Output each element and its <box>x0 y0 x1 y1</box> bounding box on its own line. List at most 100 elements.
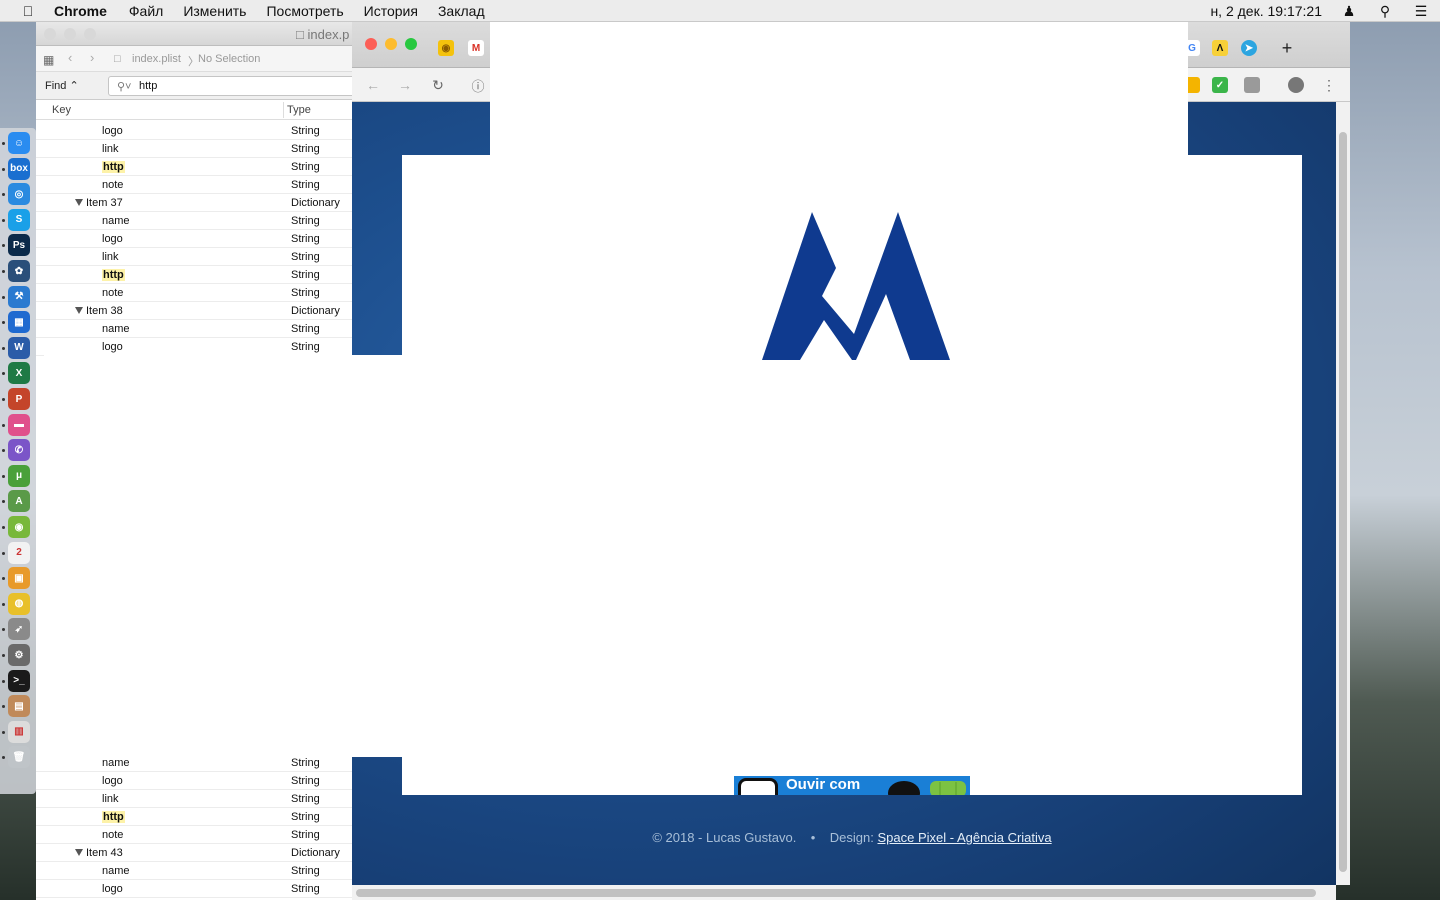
dock-trash-icon[interactable]: 🗑 <box>8 746 30 769</box>
zoom-button[interactable] <box>84 28 96 40</box>
find-search-input[interactable]: ⚲˅ http <box>108 76 368 96</box>
disclosure-triangle-icon[interactable] <box>75 199 83 206</box>
dock-notes-icon[interactable]: ▤ <box>8 695 30 718</box>
plist-row[interactable]: http String <box>36 808 366 826</box>
menubar-clock[interactable]: н, 2 дек. 19:17:21 <box>1210 3 1322 19</box>
disclosure-triangle-icon[interactable] <box>75 307 83 314</box>
plist-row[interactable]: logo String <box>36 772 366 790</box>
radio-app-badge[interactable]: Ouvir com <box>734 776 882 795</box>
dock-box-icon[interactable]: box <box>8 157 30 180</box>
back-arrow-icon[interactable]: ‹ <box>68 50 72 65</box>
reload-button[interactable]: ↻ <box>429 76 447 94</box>
dock-terminal-icon[interactable]: >_ <box>8 669 30 692</box>
plist-row[interactable]: name String <box>36 212 366 230</box>
horizontal-scrollbar[interactable] <box>352 885 1336 900</box>
find-mode-popup[interactable]: Find ⌃ <box>45 79 79 92</box>
blank-render-region-top <box>490 0 1188 155</box>
plist-row[interactable]: logo String <box>36 338 366 356</box>
dock-launchpad-icon[interactable]: ➶ <box>8 618 30 641</box>
yandex-tab-icon[interactable]: Λ <box>1212 40 1228 56</box>
plist-row[interactable]: link String <box>36 140 366 158</box>
grid-icon[interactable]: ▦ <box>43 53 54 67</box>
jump-selection[interactable]: No Selection <box>198 53 260 65</box>
dock-document-icon[interactable]: ▥ <box>8 720 30 743</box>
column-type[interactable]: Type <box>287 104 311 116</box>
dock-chrome-icon[interactable]: ◍ <box>8 592 30 615</box>
plist-row[interactable]: name String <box>36 862 366 880</box>
minimize-button[interactable] <box>64 28 76 40</box>
menu-history[interactable]: История <box>364 3 418 19</box>
dock-preview-icon[interactable]: ▣ <box>8 567 30 590</box>
horizontal-scroll-thumb[interactable] <box>356 889 1316 897</box>
jump-file[interactable]: index.plist <box>132 53 181 65</box>
plist-row-key: note <box>102 179 124 191</box>
chrome-menu-icon[interactable]: ⋮ <box>1320 76 1338 94</box>
forward-arrow-icon[interactable]: › <box>90 50 94 65</box>
plist-row[interactable]: link String <box>36 248 366 266</box>
plist-row[interactable]: Item 38 Dictionary <box>36 302 366 320</box>
telegram-tab-icon[interactable]: ➤ <box>1241 40 1257 56</box>
menu-view[interactable]: Посмотреть <box>266 3 343 19</box>
chrome-close-button[interactable] <box>365 38 377 50</box>
plist-row[interactable]: note String <box>36 284 366 302</box>
dock-safari-icon[interactable]: ◎ <box>8 183 30 206</box>
user-icon[interactable]: ♟ <box>1340 2 1358 20</box>
new-tab-button[interactable]: + <box>1278 38 1296 58</box>
dock-powerpoint-icon[interactable]: P <box>8 388 30 410</box>
dock-sourcetree-icon[interactable]: ✿ <box>8 260 30 282</box>
dock-android-studio-icon[interactable]: A <box>8 490 30 513</box>
plist-row[interactable]: note String <box>36 826 366 844</box>
dock-pink-app-icon[interactable]: ▬ <box>8 413 30 436</box>
shield-extension-icon[interactable]: ✓ <box>1212 77 1228 93</box>
plist-row-type: String <box>291 883 320 895</box>
dock-calendar-icon[interactable]: 2 <box>8 541 30 564</box>
dock-android-icon[interactable]: ◉ <box>8 516 30 538</box>
android-store-badge[interactable] <box>926 776 970 795</box>
plist-row[interactable]: Item 37 Dictionary <box>36 194 366 212</box>
menu-file[interactable]: Файл <box>129 3 163 19</box>
vertical-scroll-thumb[interactable] <box>1339 132 1347 872</box>
close-button[interactable] <box>44 28 56 40</box>
extension-icon-3[interactable] <box>1244 77 1260 93</box>
plist-row[interactable]: logo String <box>36 880 366 898</box>
keep-tab-icon[interactable]: ◉ <box>438 40 454 56</box>
dock-utorrent-icon[interactable]: μ <box>8 464 30 487</box>
dock-simulator-icon[interactable]: ▦ <box>8 311 30 334</box>
plist-row[interactable]: link String <box>36 790 366 808</box>
menu-bookmarks[interactable]: Заклад <box>438 3 485 19</box>
forward-button[interactable]: → <box>396 76 414 94</box>
menubar-status-area: н, 2 дек. 19:17:21 ♟ ⚲ ☰ <box>1210 0 1430 22</box>
dock-skype-icon[interactable]: S <box>8 208 30 231</box>
plist-row[interactable]: note String <box>36 176 366 194</box>
gmail-tab-icon[interactable]: M <box>468 40 484 56</box>
profile-avatar[interactable] <box>1288 77 1304 93</box>
dock-xcode-icon[interactable]: ⚒ <box>8 285 30 308</box>
column-key[interactable]: Key <box>52 104 71 116</box>
spotlight-search-icon[interactable]: ⚲ <box>1376 2 1394 20</box>
notification-center-icon[interactable]: ☰ <box>1412 2 1430 20</box>
dock-photoshop-icon[interactable]: Ps <box>8 234 30 257</box>
plist-row[interactable]: logo String <box>36 230 366 248</box>
plist-row[interactable]: name String <box>36 320 366 338</box>
dock-finder-icon[interactable]: ☺ <box>8 132 30 154</box>
dock-excel-icon[interactable]: X <box>8 362 30 385</box>
disclosure-triangle-icon[interactable] <box>75 849 83 856</box>
apple-menu-icon[interactable]:  <box>18 3 38 19</box>
vertical-scrollbar[interactable] <box>1336 102 1350 885</box>
site-info-icon[interactable]: ⓘ <box>469 76 487 94</box>
back-button[interactable]: ← <box>364 76 382 94</box>
apple-store-badge[interactable] <box>882 776 926 795</box>
plist-row[interactable]: http String <box>36 158 366 176</box>
dock-system-preferences-icon[interactable]: ⚙ <box>8 644 30 666</box>
dock-running-indicator <box>2 551 5 555</box>
dock-viber-icon[interactable]: ✆ <box>8 439 30 462</box>
menu-app-chrome[interactable]: Chrome <box>54 3 107 19</box>
chrome-minimize-button[interactable] <box>385 38 397 50</box>
dock-word-icon[interactable]: W <box>8 336 30 359</box>
plist-row[interactable]: logo String <box>36 122 366 140</box>
plist-row[interactable]: Item 43 Dictionary <box>36 844 366 862</box>
plist-row[interactable]: http String <box>36 266 366 284</box>
menu-edit[interactable]: Изменить <box>183 3 246 19</box>
footer-design-link[interactable]: Space Pixel - Agência Criativa <box>878 830 1052 845</box>
chrome-zoom-button[interactable] <box>405 38 417 50</box>
